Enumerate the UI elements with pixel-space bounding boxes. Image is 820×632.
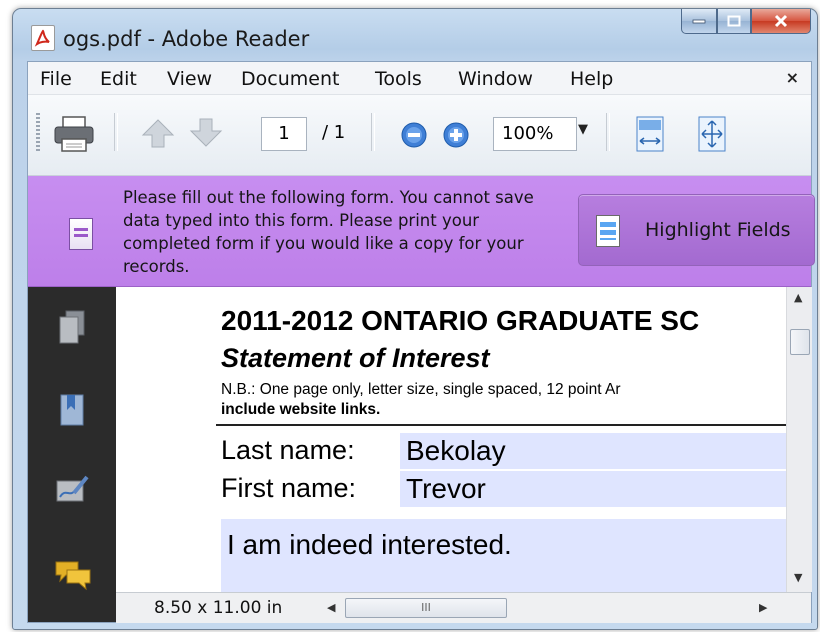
- zoom-out-icon: [401, 122, 427, 148]
- comments-panel-button[interactable]: [54, 559, 92, 595]
- scroll-down-button[interactable]: ▼: [794, 571, 802, 584]
- vertical-scroll-thumb[interactable]: [790, 329, 810, 355]
- document-note-continued: include website links.: [221, 401, 381, 418]
- signatures-panel-button[interactable]: [54, 473, 90, 511]
- fit-width-button[interactable]: [634, 115, 666, 157]
- toolbar-separator: [114, 113, 118, 151]
- status-bar: 8.50 x 11.00 in ◀ III ▶: [116, 592, 811, 623]
- signature-icon: [56, 475, 89, 502]
- menu-bar: File Edit View Document Tools Window Hel…: [28, 62, 811, 95]
- pages-panel-button[interactable]: [57, 309, 87, 349]
- close-button[interactable]: [751, 9, 811, 34]
- app-window: ogs.pdf - Adobe Reader File Edit View Do…: [12, 8, 818, 630]
- menu-file[interactable]: File: [40, 68, 72, 90]
- form-icon: [69, 218, 93, 250]
- previous-page-button[interactable]: [140, 117, 176, 153]
- fit-page-button[interactable]: [696, 115, 728, 157]
- document-title: 2011-2012 ONTARIO GRADUATE SC: [221, 305, 700, 336]
- comments-icon: [55, 561, 91, 591]
- maximize-icon: [727, 15, 741, 27]
- first-name-field[interactable]: Trevor: [400, 471, 786, 507]
- last-name-label: Last name:: [221, 435, 355, 465]
- client-area: File Edit View Document Tools Window Hel…: [27, 61, 815, 623]
- toolbar-separator: [371, 113, 375, 151]
- close-document-button[interactable]: ×: [786, 68, 799, 87]
- toolbar-separator: [606, 113, 610, 151]
- menu-window[interactable]: Window: [458, 68, 533, 90]
- zoom-dropdown-button[interactable]: ▼: [578, 122, 588, 137]
- bookmarks-panel-button[interactable]: [57, 392, 87, 432]
- scroll-up-button[interactable]: ▲: [794, 291, 802, 304]
- bookmarks-icon: [60, 394, 84, 426]
- menu-edit[interactable]: Edit: [100, 68, 137, 90]
- vertical-scrollbar[interactable]: ▲ ▼: [786, 287, 812, 592]
- highlight-fields-label: Highlight Fields: [645, 219, 791, 241]
- highlight-fields-button[interactable]: Highlight Fields: [578, 194, 815, 266]
- document-note: N.B.: One page only, letter size, single…: [221, 381, 621, 398]
- statement-field[interactable]: I am indeed interested.: [221, 519, 786, 592]
- pages-icon: [59, 310, 85, 344]
- minimize-icon: [692, 19, 706, 24]
- adobe-reader-icon: [31, 25, 55, 51]
- toolbar-grip[interactable]: [36, 113, 40, 151]
- window-controls: [681, 9, 811, 34]
- zoom-out-button[interactable]: [400, 121, 428, 153]
- horizontal-scroll-thumb[interactable]: III: [345, 598, 507, 618]
- window-title: ogs.pdf - Adobe Reader: [63, 27, 310, 51]
- title-bar[interactable]: ogs.pdf - Adobe Reader: [13, 9, 817, 61]
- next-page-button[interactable]: [188, 117, 224, 153]
- menu-tools[interactable]: Tools: [375, 68, 422, 90]
- maximize-button[interactable]: [717, 9, 751, 34]
- horizontal-scrollbar[interactable]: ◀ III ▶: [319, 597, 774, 619]
- highlight-fields-icon: [596, 215, 620, 247]
- scroll-right-button[interactable]: ▶: [759, 601, 767, 614]
- down-arrow-icon: [189, 118, 223, 147]
- horizontal-rule: [216, 424, 786, 426]
- menu-document[interactable]: Document: [241, 68, 339, 90]
- fit-page-icon: [698, 116, 726, 152]
- zoom-in-button[interactable]: [442, 121, 470, 153]
- form-notice-bar: Please fill out the following form. You …: [28, 176, 815, 287]
- close-icon: [774, 14, 788, 28]
- toolbar: 1 / 1 100% ▼: [28, 95, 811, 176]
- menu-view[interactable]: View: [167, 68, 212, 90]
- page-size-label: 8.50 x 11.00 in: [154, 598, 283, 618]
- scroll-left-button[interactable]: ◀: [327, 601, 335, 614]
- navigation-panel: [28, 287, 116, 622]
- last-name-field[interactable]: Bekolay: [400, 433, 786, 469]
- zoom-level-input[interactable]: 100%: [493, 117, 577, 151]
- minimize-button[interactable]: [681, 9, 717, 34]
- zoom-in-icon: [443, 122, 469, 148]
- print-button[interactable]: [52, 115, 96, 157]
- first-name-label: First name:: [221, 473, 357, 503]
- up-arrow-icon: [141, 119, 175, 148]
- page-total-label: / 1: [322, 122, 346, 143]
- fit-width-icon: [636, 116, 664, 152]
- form-notice-message: Please fill out the following form. You …: [123, 188, 534, 276]
- document-view[interactable]: 2011-2012 ONTARIO GRADUATE SC Statement …: [116, 287, 786, 592]
- menu-help[interactable]: Help: [570, 68, 613, 90]
- printer-icon: [54, 116, 94, 152]
- document-subtitle: Statement of Interest: [221, 343, 490, 373]
- page-number-input[interactable]: 1: [261, 117, 307, 151]
